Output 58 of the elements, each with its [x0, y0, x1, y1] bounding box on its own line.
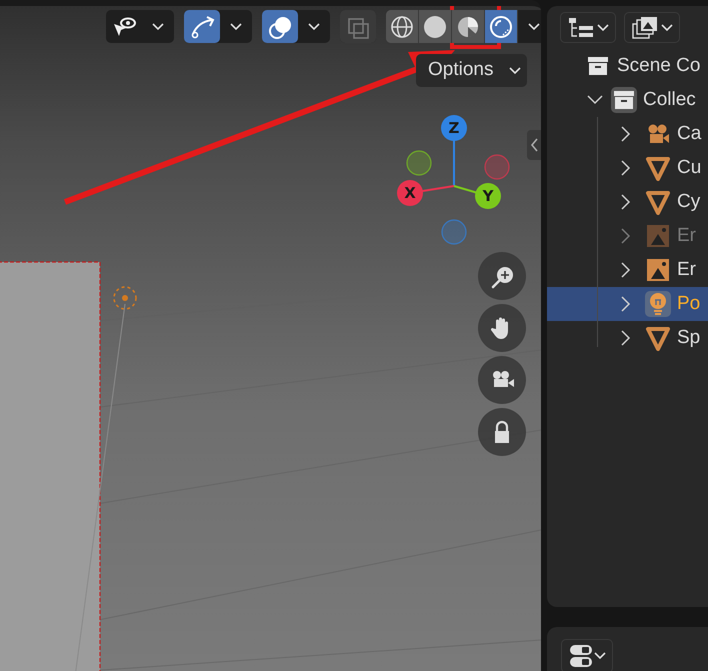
caret-icon — [230, 22, 242, 30]
shading-button[interactable] — [386, 10, 419, 43]
view-layer-button[interactable] — [624, 12, 680, 43]
outliner-item-label: Er — [677, 258, 696, 282]
caret-icon — [528, 22, 540, 30]
axis-handle[interactable]: Y — [475, 183, 501, 209]
xray-toggle[interactable] — [340, 10, 376, 43]
gizmo-toggle[interactable] — [184, 10, 220, 43]
triangle-icon — [645, 155, 671, 181]
outliner-row[interactable]: Collec — [547, 83, 708, 117]
negative-axis-handle[interactable] — [406, 150, 432, 176]
solid-sphere-icon — [423, 14, 447, 38]
outliner-row[interactable]: Cy — [547, 185, 708, 219]
zoom-button[interactable] — [478, 252, 526, 300]
caret-icon — [152, 22, 164, 30]
lock-button[interactable] — [478, 408, 526, 456]
axis-handle[interactable]: Z — [441, 115, 467, 141]
caret-icon — [509, 66, 521, 74]
material-sphere-icon — [456, 14, 480, 38]
display-mode-button[interactable] — [560, 12, 616, 43]
outliner-row[interactable]: Po — [547, 287, 708, 321]
outliner-item-label: Sp — [677, 326, 700, 350]
overlay-toggle[interactable] — [262, 10, 298, 43]
outliner-item-label: Ca — [677, 122, 702, 146]
chevron-left-icon — [530, 138, 538, 152]
dropdown-button[interactable] — [518, 10, 541, 43]
outliner-item-label: Cu — [677, 156, 702, 180]
outliner-item-label: Scene Co — [617, 54, 700, 78]
camera-view-button[interactable] — [478, 356, 526, 404]
caret-icon — [594, 652, 606, 660]
editor-type-button[interactable] — [561, 639, 613, 671]
triangle-icon — [645, 189, 671, 215]
light-object — [113, 286, 137, 310]
outliner-item-label: Cy — [677, 190, 700, 214]
toggle-icon — [568, 643, 594, 669]
caret-icon — [597, 24, 609, 32]
axis-handle[interactable]: X — [397, 180, 423, 206]
triangle-icon — [645, 325, 671, 351]
caret-icon — [661, 24, 673, 32]
outliner-item-label: Po — [677, 292, 700, 316]
image-icon — [645, 223, 671, 249]
sidebar-toggle[interactable] — [527, 130, 541, 160]
outliner-row[interactable]: Ca — [547, 117, 708, 151]
outliner-row[interactable]: Cu — [547, 151, 708, 185]
caret-icon — [308, 22, 320, 30]
pan-button[interactable] — [478, 304, 526, 352]
outliner-item-label: Collec — [643, 88, 696, 112]
options-dropdown[interactable]: Options — [416, 54, 527, 87]
outliner-item-label: Er — [677, 224, 696, 248]
shading-button[interactable] — [485, 10, 518, 43]
outliner-row[interactable]: Scene Co — [547, 49, 708, 83]
rendered-sphere-icon — [489, 14, 513, 38]
wireframe-sphere-icon — [390, 14, 414, 38]
negative-axis-handle[interactable] — [441, 219, 467, 245]
image-icon — [645, 257, 671, 283]
outliner-row[interactable]: Er — [547, 253, 708, 287]
outliner-row[interactable]: Sp — [547, 321, 708, 355]
negative-axis-handle[interactable] — [484, 154, 510, 180]
